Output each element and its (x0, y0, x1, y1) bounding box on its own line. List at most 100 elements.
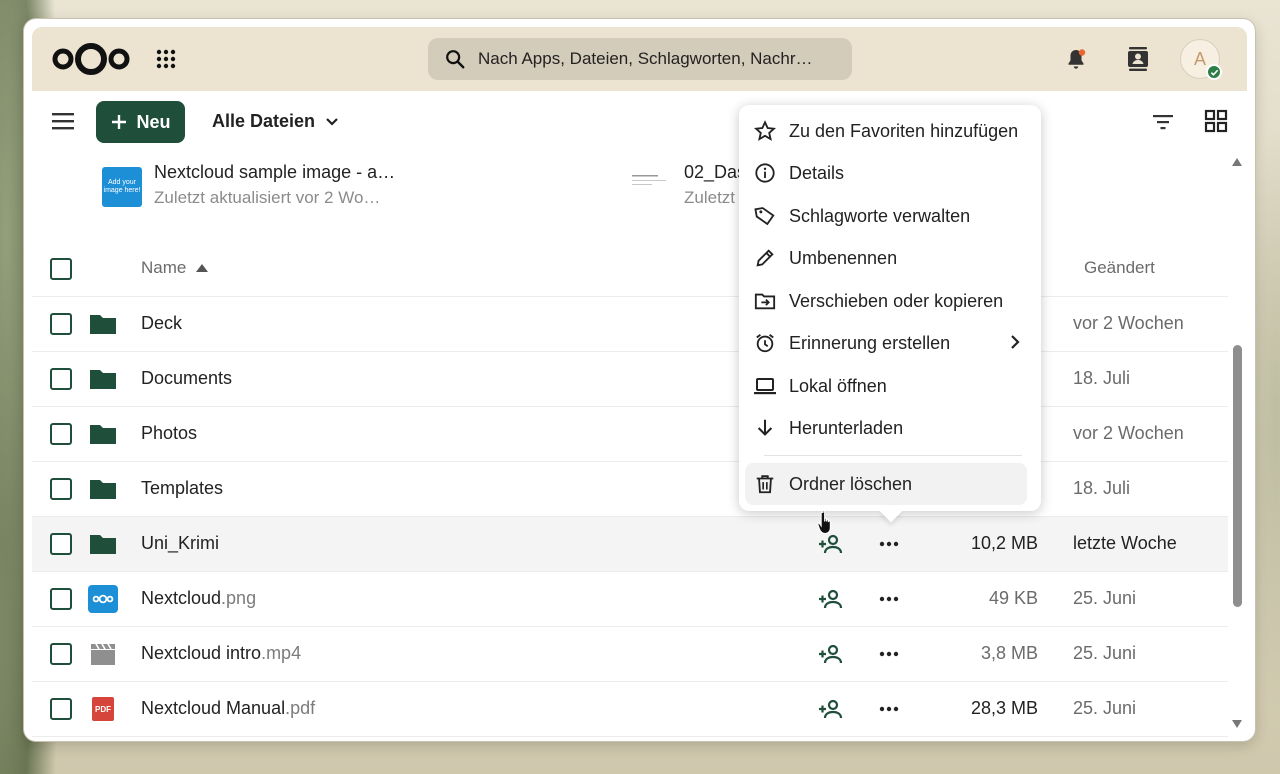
file-name[interactable]: Templates (141, 478, 223, 499)
menu-item-label: Zu den Favoriten hinzufügen (789, 120, 1019, 141)
file-extension: .png (221, 588, 257, 608)
share-add-user-icon[interactable] (818, 642, 844, 666)
file-size: 28,3 MB (970, 698, 1038, 718)
menu-item-label: Schlagworte verwalten (789, 205, 971, 226)
menu-item-label: Lokal öffnen (789, 375, 887, 396)
alarm-icon (756, 334, 774, 353)
row-checkbox[interactable] (50, 313, 72, 335)
plus-icon (112, 115, 127, 129)
file-basename: Nextcloud Manual (141, 698, 286, 718)
file-name[interactable]: Photos (141, 423, 197, 444)
menu-item-create-reminder[interactable]: Erinnerung erstellen (745, 322, 1027, 364)
new-button[interactable]: Neu (96, 101, 185, 143)
user-avatar[interactable]: A (1180, 39, 1222, 80)
row-checkbox[interactable] (50, 698, 72, 720)
name-column-label: Name (141, 258, 187, 277)
share-add-user-icon[interactable] (818, 587, 844, 611)
more-actions-button[interactable] (876, 643, 902, 665)
table-row[interactable]: Documents 18. Juli (32, 352, 1228, 407)
file-basename: Photos (141, 423, 198, 443)
contacts-icon[interactable] (1126, 46, 1150, 72)
menu-separator (764, 455, 1022, 456)
grid-view-icon[interactable] (1204, 109, 1228, 133)
scroll-down-arrow-icon[interactable] (1231, 719, 1243, 729)
scroll-up-arrow-icon[interactable] (1231, 157, 1243, 167)
file-name[interactable]: Documents (141, 368, 232, 389)
modified-date: 25. Juni (1073, 588, 1137, 608)
menu-item-label: Umbenennen (789, 247, 898, 268)
recent-file-updated: Zuletzt (684, 188, 736, 207)
breadcrumb-all-files[interactable]: Alle Dateien (212, 111, 339, 132)
tag-icon (754, 207, 775, 226)
notifications-bell-icon[interactable] (1064, 47, 1088, 71)
row-checkbox[interactable] (50, 423, 72, 445)
file-name[interactable]: Deck (141, 313, 182, 334)
nextcloud-logo-icon[interactable] (52, 41, 130, 77)
more-dots-icon (879, 651, 899, 657)
online-status-icon (1206, 64, 1222, 80)
menu-item-move-copy[interactable]: Verschieben oder kopieren (745, 280, 1027, 322)
apps-menu-icon[interactable] (154, 47, 178, 71)
file-name[interactable]: Nextcloud Manual.pdf (141, 698, 315, 719)
star-icon (754, 120, 776, 141)
row-checkbox[interactable] (50, 643, 72, 665)
file-name[interactable]: Uni_Krimi (141, 533, 219, 554)
table-row[interactable]: PDF Nextcloud Manual.pdf 28,3 MB 25. Jun… (32, 682, 1228, 737)
modified-date: 25. Juni (1073, 643, 1137, 663)
recent-file-card[interactable]: Add your image here! Nextcloud sample im… (102, 159, 395, 219)
sort-by-modified-header[interactable]: Geändert (1084, 258, 1155, 278)
table-row[interactable]: Uni_Krimi 10,2 MB letzte Woche (32, 517, 1228, 572)
more-actions-button[interactable] (876, 533, 902, 555)
row-checkbox[interactable] (50, 478, 72, 500)
menu-item-manage-tags[interactable]: Schlagworte verwalten (745, 195, 1027, 237)
filter-icon[interactable] (1152, 111, 1174, 133)
table-row[interactable]: Nextcloud intro.mp4 3,8 MB 25. Juni (32, 627, 1228, 682)
table-row[interactable]: Templates 18. Juli (32, 462, 1228, 517)
share-add-user-icon[interactable] (818, 697, 844, 721)
folder-icon (90, 425, 116, 444)
file-size: 10,2 MB (970, 533, 1038, 553)
row-checkbox[interactable] (50, 368, 72, 390)
more-actions-button[interactable] (876, 698, 902, 720)
menu-item-download[interactable]: Herunterladen (745, 407, 1027, 449)
pencil-icon (756, 249, 774, 267)
table-row[interactable]: Nextcloud.png 49 KB 25. Juni (32, 572, 1228, 627)
modified-date: vor 2 Wochen (1073, 423, 1184, 443)
modified-date: 18. Juli (1073, 368, 1131, 388)
new-button-label: Neu (136, 111, 171, 132)
trash-icon (756, 475, 774, 494)
folder-icon (90, 535, 116, 554)
modified-column-label: Geändert (1084, 258, 1155, 277)
file-size: 3,8 MB (980, 643, 1038, 663)
file-name[interactable]: Nextcloud.png (141, 588, 256, 609)
row-checkbox[interactable] (50, 588, 72, 610)
recent-file-card[interactable]: 02_Das Zuletzt (632, 159, 746, 219)
thumbnail-text: Add your image here! (103, 179, 141, 194)
navigation-toggle-icon[interactable] (52, 111, 74, 131)
menu-item-rename[interactable]: Umbenennen (745, 237, 1027, 279)
file-basename: Uni_Krimi (141, 533, 220, 553)
table-row[interactable]: Deck vor 2 Wochen (32, 297, 1228, 352)
menu-item-add-favorite[interactable]: Zu den Favoriten hinzufügen (745, 110, 1027, 152)
file-extension: .pdf (285, 698, 316, 718)
more-actions-button[interactable] (876, 588, 902, 610)
files-toolbar: Neu Alle Dateien (24, 99, 1255, 145)
select-all-checkbox[interactable] (50, 258, 72, 280)
file-basename: Deck (141, 313, 183, 333)
file-basename: Templates (141, 478, 224, 498)
table-row[interactable]: Photos vor 2 Wochen (32, 407, 1228, 462)
recent-file-name: 02_Das (684, 162, 747, 182)
unified-search-input[interactable]: Nach Apps, Dateien, Schlagworten, Nachr… (428, 38, 852, 80)
recent-file-name: Nextcloud sample image - a… (154, 162, 396, 182)
laptop-icon (754, 378, 776, 395)
menu-item-open-locally[interactable]: Lokal öffnen (745, 365, 1027, 407)
breadcrumb-label: Alle Dateien (212, 111, 316, 131)
scrollbar-thumb[interactable] (1233, 345, 1242, 607)
menu-item-label: Ordner löschen (789, 473, 913, 494)
files-app-window: Nach Apps, Dateien, Schlagworten, Nachr…… (24, 19, 1255, 741)
row-checkbox[interactable] (50, 533, 72, 555)
menu-item-details[interactable]: Details (745, 152, 1027, 194)
file-name[interactable]: Nextcloud intro.mp4 (141, 643, 301, 664)
menu-item-delete-folder[interactable]: Ordner löschen (745, 463, 1027, 505)
sort-by-name-header[interactable]: Name (141, 258, 209, 278)
